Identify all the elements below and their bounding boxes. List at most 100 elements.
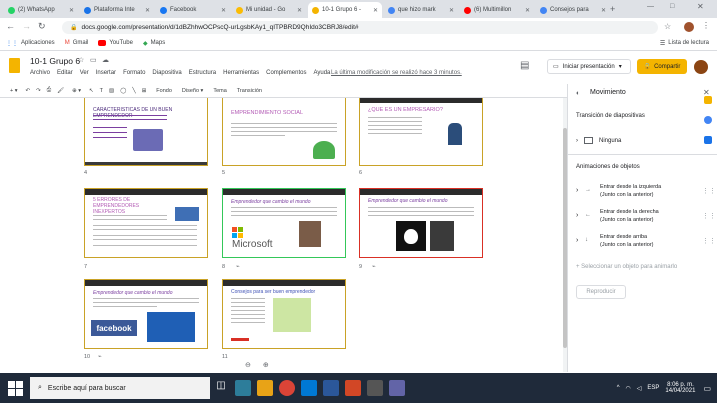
close-tab-icon[interactable]: ✕: [446, 7, 454, 14]
comments-icon[interactable]: ▤: [520, 60, 529, 71]
close-window-icon[interactable]: ✕: [697, 2, 704, 11]
browser-tab[interactable]: 10-1 Grupo 6 - ✕: [308, 2, 382, 18]
slide-thumb-5[interactable]: EMPRENDIMIENTO SOCIAL: [222, 98, 346, 166]
doc-title[interactable]: 10-1 Grupo 6: [30, 56, 80, 66]
close-tab-icon[interactable]: ✕: [294, 7, 302, 14]
edge-icon[interactable]: [235, 380, 251, 396]
windows-start-icon[interactable]: [6, 379, 24, 397]
animation-item[interactable]: › ← Entrar desde la derecha (Junto con la a…: [576, 209, 716, 229]
mail-icon[interactable]: [301, 380, 317, 396]
url-field[interactable]: 🔒 docs.google.com/presentation/d/1dBZhhw…: [62, 21, 658, 34]
browser-tab[interactable]: Mi unidad - Go ✕: [232, 2, 306, 18]
account-avatar[interactable]: [694, 60, 708, 74]
shape-icon[interactable]: ◯: [120, 88, 126, 94]
browser-tab[interactable]: Consejos para ✕: [536, 2, 610, 18]
undo-icon[interactable]: ↶: [26, 88, 31, 94]
slides-logo-icon[interactable]: [9, 58, 20, 73]
volume-icon[interactable]: ◁: [637, 385, 642, 392]
menu-item[interactable]: Herramientas: [223, 70, 259, 76]
clock[interactable]: 8:06 p. m. 14/04/2021: [665, 382, 695, 394]
keep-icon[interactable]: [704, 96, 712, 104]
menu-item[interactable]: Archivo: [30, 70, 50, 76]
close-tab-icon[interactable]: ✕: [218, 7, 226, 14]
taskbar-search[interactable]: ⌕ Escribe aquí para buscar: [30, 377, 210, 399]
tray-chevron-icon[interactable]: ^: [617, 385, 620, 391]
forward-icon[interactable]: →: [22, 21, 31, 31]
calendar-icon[interactable]: [704, 136, 712, 144]
last-edit-link[interactable]: La última modificación se realizó hace 3…: [331, 70, 462, 76]
move-folder-icon[interactable]: ▭: [90, 56, 97, 64]
word-icon[interactable]: [323, 380, 339, 396]
paint-format-icon[interactable]: 🖌: [57, 88, 64, 94]
bookmark-youtube[interactable]: YouTube: [98, 40, 133, 46]
transition-button[interactable]: Transición: [237, 88, 262, 94]
slide-thumb-11[interactable]: Consejos para ser buen emprendedor: [222, 279, 346, 349]
menu-item[interactable]: Complementos: [266, 70, 306, 76]
slide-thumb-10[interactable]: Emprendedor que cambio el mundo facebook: [84, 279, 208, 349]
slide-thumb-8[interactable]: Emprendedor que cambio el mundo Microsof…: [222, 188, 346, 258]
notifications-icon[interactable]: ▭: [703, 384, 711, 393]
new-slide-icon[interactable]: + ▾: [10, 88, 18, 94]
line-icon[interactable]: ╲: [132, 88, 135, 94]
reading-list[interactable]: ☰ Lista de lectura: [660, 40, 709, 47]
redo-icon[interactable]: ↷: [36, 88, 41, 94]
menu-item[interactable]: Estructura: [189, 70, 216, 76]
layout-button[interactable]: Diseño ▾: [182, 88, 203, 94]
close-tab-icon[interactable]: ✕: [598, 7, 606, 14]
new-tab-button[interactable]: +: [610, 4, 615, 14]
textbox-icon[interactable]: T: [100, 88, 103, 94]
bookmark-maps[interactable]: ◆ Maps: [143, 40, 165, 47]
tasks-icon[interactable]: [704, 116, 712, 124]
comment-add-icon[interactable]: ⊞: [142, 88, 147, 94]
powerpoint-icon[interactable]: [345, 380, 361, 396]
close-tab-icon[interactable]: ✕: [370, 7, 378, 14]
menu-item[interactable]: Ver: [80, 70, 89, 76]
browser-tab[interactable]: que hizo mark ✕: [384, 2, 458, 18]
browser-tab[interactable]: (6) Multimillon ✕: [460, 2, 534, 18]
browser-tab[interactable]: Facebook ✕: [156, 2, 230, 18]
image-icon[interactable]: ▨: [109, 88, 114, 94]
close-tab-icon[interactable]: ✕: [66, 7, 74, 14]
teams-icon[interactable]: [389, 380, 405, 396]
animation-item[interactable]: › ↓ Entrar desde arriba (Junto con la anter…: [576, 234, 716, 254]
menu-item[interactable]: Insertar: [96, 70, 116, 76]
close-tab-icon[interactable]: ✕: [142, 7, 150, 14]
language-indicator[interactable]: ESP: [647, 385, 659, 391]
menu-item[interactable]: Editar: [57, 70, 73, 76]
share-button[interactable]: 🔒 Compartir: [637, 59, 687, 74]
star-doc-icon[interactable]: ☆: [78, 56, 84, 64]
close-tab-icon[interactable]: ✕: [522, 7, 530, 14]
animation-item[interactable]: › → Entrar desde la izquierda (Junto con la…: [576, 184, 716, 204]
minimize-icon[interactable]: —: [647, 3, 654, 10]
present-button[interactable]: ▭ Iniciar presentación ▾: [547, 59, 631, 74]
menu-item[interactable]: Diapositiva: [152, 70, 181, 76]
play-button[interactable]: Reproducir: [576, 285, 626, 299]
zoom-out-icon[interactable]: ⊖: [245, 361, 251, 369]
drag-handle-icon[interactable]: ⋮⋮: [702, 187, 716, 195]
slide-thumb-6[interactable]: ¿QUE ES UN EMPRESARIO?: [359, 98, 483, 166]
reload-icon[interactable]: ↻: [38, 21, 46, 32]
browser-tab[interactable]: (2) WhatsApp ✕: [4, 2, 78, 18]
bookmark-apps[interactable]: ⋮⋮ Aplicaciones: [6, 40, 55, 47]
browser-tab[interactable]: Plataforma Inte ✕: [80, 2, 154, 18]
bookmark-gmail[interactable]: M Gmail: [65, 40, 89, 46]
back-icon[interactable]: ←: [6, 21, 15, 31]
zoom-in-icon[interactable]: ⊕: [263, 361, 269, 369]
background-button[interactable]: Fondo: [156, 88, 172, 94]
chrome-icon[interactable]: [279, 380, 295, 396]
drag-handle-icon[interactable]: ⋮⋮: [702, 212, 716, 220]
slide-thumb-7[interactable]: 5 ERRORES DE EMPRENDEDORES INEXPERTOS: [84, 188, 208, 258]
wifi-icon[interactable]: ◠: [626, 385, 631, 392]
zoom-icon[interactable]: ⊕ ▾: [72, 88, 81, 94]
task-view-icon[interactable]: ◫: [213, 380, 229, 396]
file-explorer-icon[interactable]: [257, 380, 273, 396]
theme-button[interactable]: Tema: [213, 88, 226, 94]
menu-item[interactable]: Formato: [123, 70, 145, 76]
add-animation-hint[interactable]: + Seleccionar un objeto para animarlo: [576, 264, 677, 270]
maximize-icon[interactable]: □: [670, 3, 674, 10]
profile-avatar[interactable]: [684, 22, 694, 32]
print-icon[interactable]: ⎙: [47, 87, 51, 94]
star-icon[interactable]: ☆: [664, 22, 671, 31]
select-icon[interactable]: ↖: [89, 88, 94, 94]
drag-handle-icon[interactable]: ⋮⋮: [702, 237, 716, 245]
